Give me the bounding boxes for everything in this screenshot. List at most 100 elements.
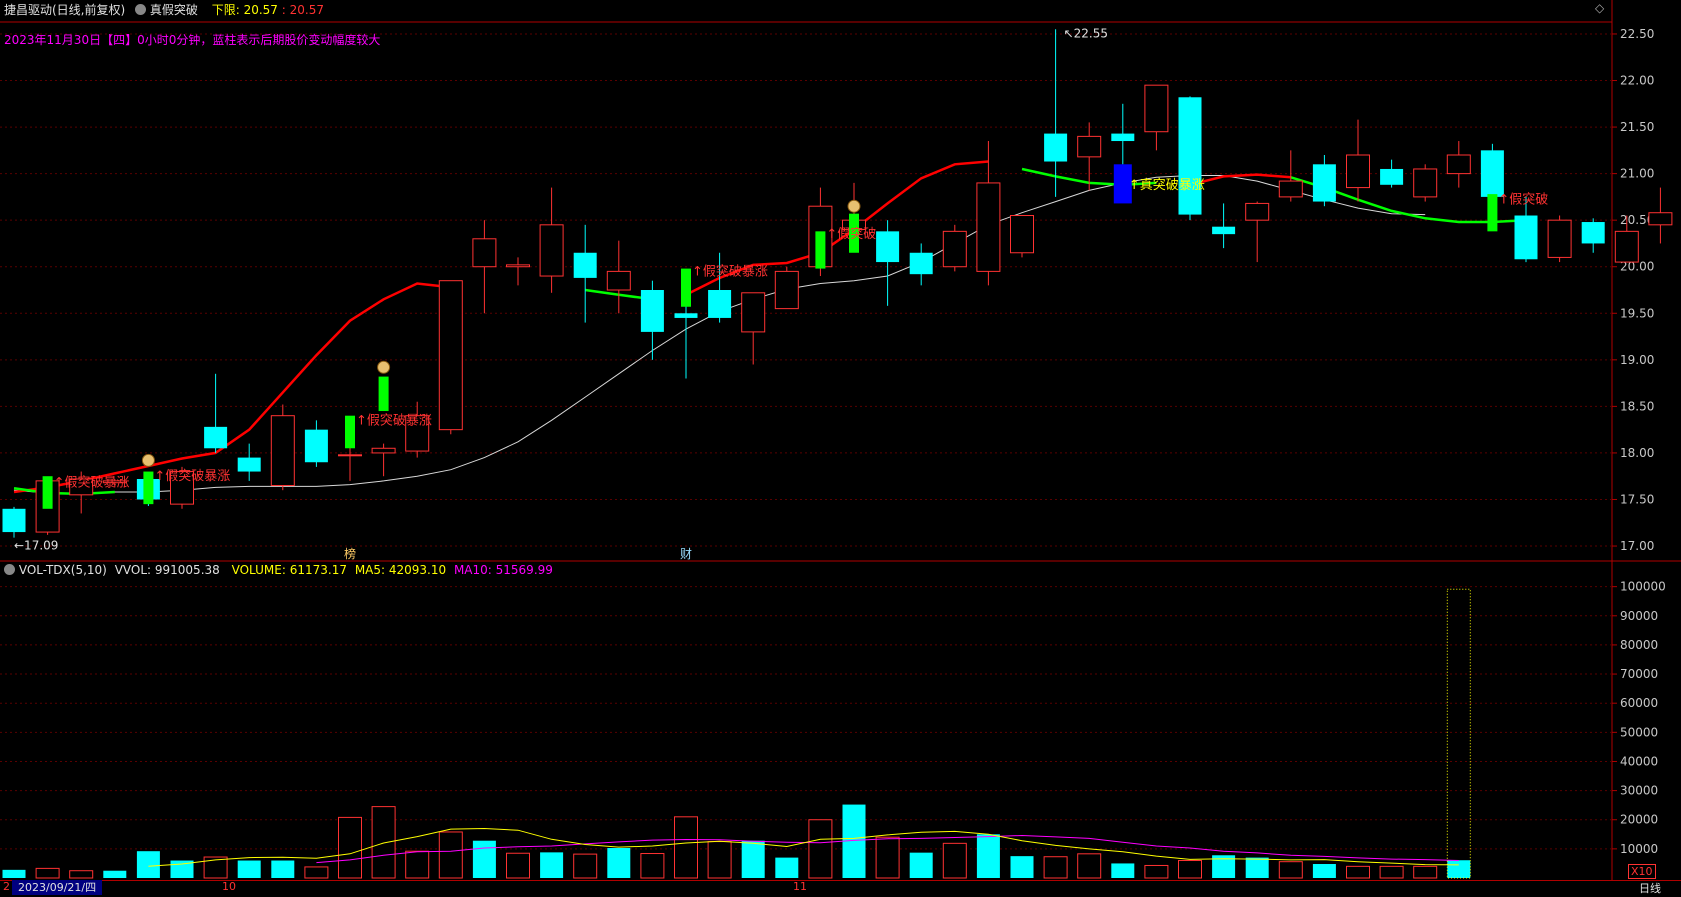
- volume-tick-label: 90000: [1620, 609, 1658, 623]
- volume-bar-up: [875, 836, 900, 879]
- candle-body-up: [1245, 202, 1270, 221]
- volume-tick-label: 10000: [1620, 842, 1658, 856]
- bottom-leading-mark: 2: [3, 880, 10, 893]
- stock-chart[interactable]: 17.0017.5018.0018.5019.0019.5020.0020.50…: [0, 0, 1681, 896]
- event-mark: 榜: [344, 546, 356, 561]
- price-tick-label: 19.00: [1620, 353, 1654, 367]
- candle-body-down: [1044, 133, 1068, 162]
- volume-tick-label: 100000: [1620, 580, 1666, 594]
- volume-bar-up: [405, 850, 430, 879]
- candle-body-up: [976, 182, 1001, 272]
- volume-bar-down: [775, 857, 799, 878]
- volume-bar-up: [573, 853, 598, 879]
- candle-body-up: [1346, 154, 1370, 189]
- candle-body-up: [1144, 84, 1169, 133]
- volume-bar-up: [1346, 865, 1370, 879]
- month-label-nov: 11: [793, 880, 807, 893]
- signal-bar: [345, 415, 355, 449]
- candle-body-up: [1446, 154, 1471, 175]
- candle-body-up: [1547, 219, 1572, 258]
- volume-bar-up: [707, 841, 732, 879]
- volume-bar-down: [136, 851, 160, 878]
- candle-body-down: [237, 457, 261, 472]
- volume-bar-down: [2, 869, 26, 878]
- candle-body-down: [304, 429, 328, 463]
- cursor-date: 2023/09/21/四: [12, 880, 103, 895]
- candle-body-down: [1581, 222, 1605, 244]
- candle-body-down: [1178, 97, 1202, 215]
- volume-bar-up: [1379, 865, 1404, 879]
- low-price-label: ←17.09: [14, 539, 58, 553]
- price-tick-label: 17.00: [1620, 539, 1654, 553]
- volume-bar-down: [271, 860, 295, 878]
- volume-tick-label: 30000: [1620, 784, 1658, 798]
- candle-body-up: [1278, 180, 1303, 198]
- candle-body-down: [1312, 164, 1336, 202]
- signal-bar: [42, 476, 53, 509]
- volume-bar-down: [1447, 860, 1471, 878]
- volume-tick-label: 50000: [1620, 725, 1658, 739]
- signal-bar: [378, 376, 389, 412]
- volume-tick-label: 80000: [1620, 638, 1658, 652]
- volume-bar-down: [103, 870, 127, 878]
- projected-volume-box: [1446, 588, 1471, 879]
- period-label[interactable]: 日线: [1639, 880, 1661, 896]
- signal-label: ↑假突破暴涨: [356, 412, 432, 428]
- candle-body-down: [1480, 150, 1504, 197]
- candle-body-up: [371, 447, 396, 454]
- ma-red-line: [1189, 173, 1291, 187]
- volume-bar-up: [674, 816, 698, 879]
- period-mode-icon[interactable]: ◇: [1595, 1, 1605, 15]
- volume-bar-up: [1178, 860, 1202, 879]
- candle-body-down: [640, 290, 664, 332]
- month-label-oct: 10: [222, 880, 236, 893]
- candle-body-up: [1010, 215, 1034, 254]
- candle-body-up: [741, 292, 766, 333]
- volume-bar-up: [1077, 853, 1102, 879]
- candle-body-down: [1514, 215, 1538, 260]
- signal-label: ↑假突破暴涨: [692, 263, 768, 279]
- candle-body-down: [876, 231, 900, 263]
- candle-body-down: [909, 252, 933, 275]
- candle-body-down: [708, 290, 732, 318]
- volume-bar-up: [304, 866, 329, 879]
- price-tick-label: 22.50: [1620, 27, 1654, 41]
- price-tick-label: 22.00: [1620, 74, 1654, 88]
- candle-body-up: [438, 280, 463, 431]
- signal-label: ↑假突破: [826, 226, 876, 242]
- volume-bar-down: [472, 840, 496, 878]
- candle-body-down: [204, 426, 228, 449]
- volume-bar-up: [338, 816, 362, 879]
- volume-bar-up: [371, 806, 396, 879]
- event-mark: 财: [680, 547, 692, 561]
- candle-body-up: [606, 270, 631, 291]
- volume-bar-down: [1245, 857, 1269, 878]
- candle-body-up: [472, 238, 497, 268]
- volume-bar-up: [69, 870, 94, 879]
- price-tick-label: 17.50: [1620, 492, 1654, 506]
- price-tick-label: 21.00: [1620, 167, 1654, 181]
- signal-label: ↑真突破暴涨: [1129, 177, 1205, 193]
- scale-badge[interactable]: X10: [1628, 864, 1656, 879]
- candle-body-up: [270, 415, 295, 487]
- candle-body-up: [1648, 212, 1673, 226]
- signal-label: ↑假突破暴涨: [154, 468, 230, 484]
- volume-bar-up: [438, 831, 463, 879]
- signal-bar: [681, 268, 691, 307]
- high-price-label: ↖22.55: [1064, 26, 1108, 40]
- volume-bar-up: [35, 867, 60, 879]
- signal-bar: [815, 231, 826, 269]
- volume-bar-down: [540, 852, 564, 878]
- volume-bar-down: [1312, 864, 1336, 878]
- volume-tick-label: 20000: [1620, 813, 1658, 827]
- candle-body-down: [1212, 226, 1236, 235]
- volume-bar-down: [1111, 863, 1135, 878]
- price-tick-label: 21.50: [1620, 120, 1654, 134]
- candle-body-up: [942, 230, 967, 268]
- volume-bar-down: [741, 840, 765, 878]
- volume-tick-label: 70000: [1620, 667, 1658, 681]
- volume-bar-up: [942, 842, 967, 879]
- candle-body-up: [1413, 168, 1438, 198]
- volume-bar-up: [1278, 861, 1303, 879]
- candle-body-up: [338, 454, 362, 457]
